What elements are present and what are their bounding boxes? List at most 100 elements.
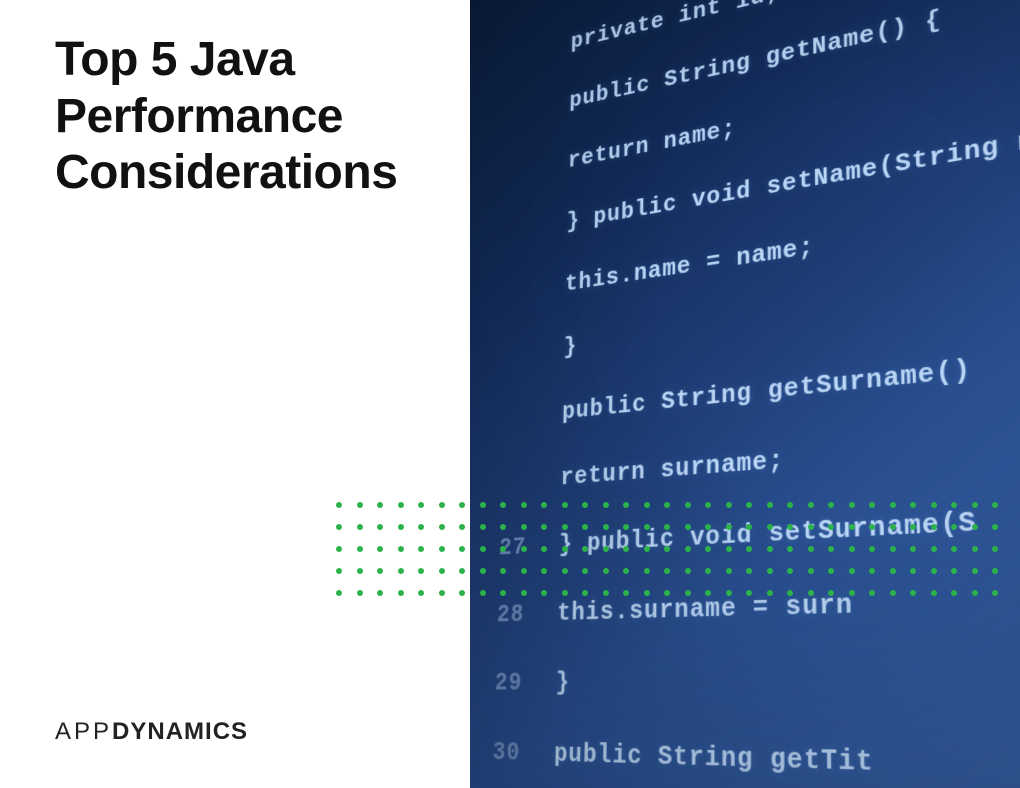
- dot: [377, 524, 383, 530]
- dot: [951, 546, 957, 552]
- dot: [582, 590, 588, 596]
- dot: [849, 502, 855, 508]
- dot: [603, 568, 609, 574]
- dot: [541, 502, 547, 508]
- dot: [521, 502, 527, 508]
- logo-bold: DYNAMICS: [112, 718, 248, 745]
- dot: [951, 524, 957, 530]
- line-number: [503, 21, 541, 87]
- title-line-1: Top 5 Java: [55, 33, 295, 86]
- dot: [480, 502, 486, 508]
- dot: [623, 546, 629, 552]
- dot: [787, 546, 793, 552]
- dot: [336, 590, 342, 596]
- dot: [582, 524, 588, 530]
- code-lines: private int id;public String getName() {…: [476, 0, 1020, 788]
- dot: [910, 502, 916, 508]
- dot: [398, 546, 404, 552]
- logo-lead: APP: [55, 718, 112, 745]
- line-number: [501, 79, 539, 145]
- dot: [705, 502, 711, 508]
- dot: [644, 524, 650, 530]
- dot: [992, 524, 998, 530]
- dot: [931, 590, 937, 596]
- dot: [336, 546, 342, 552]
- dot: [992, 502, 998, 508]
- dot: [603, 502, 609, 508]
- dot: [582, 546, 588, 552]
- dot: [336, 502, 342, 508]
- dot: [869, 502, 875, 508]
- dot: [705, 524, 711, 530]
- line-number: [497, 197, 536, 264]
- dot: [931, 524, 937, 530]
- title-line-2: Performance: [55, 90, 343, 143]
- dot: [931, 568, 937, 574]
- page-title: Top 5 Java Performance Considerations: [55, 32, 397, 202]
- dot: [398, 524, 404, 530]
- dot: [439, 568, 445, 574]
- dot: [521, 590, 527, 596]
- dot: [808, 590, 814, 596]
- dot: [603, 590, 609, 596]
- dot: [828, 524, 834, 530]
- dot: [623, 568, 629, 574]
- dot: [418, 524, 424, 530]
- dot: [849, 590, 855, 596]
- dot: [480, 546, 486, 552]
- dot: [869, 546, 875, 552]
- dot: [603, 546, 609, 552]
- dot: [685, 568, 691, 574]
- dot: [746, 568, 752, 574]
- line-number: [491, 383, 531, 451]
- dot: [439, 546, 445, 552]
- dot: [746, 590, 752, 596]
- dot: [541, 546, 547, 552]
- dot: [767, 502, 773, 508]
- dot: [521, 568, 527, 574]
- dot: [972, 546, 978, 552]
- dot: [890, 502, 896, 508]
- dot: [931, 546, 937, 552]
- dot: [603, 524, 609, 530]
- dot: [541, 590, 547, 596]
- dot: [746, 546, 752, 552]
- dot: [828, 546, 834, 552]
- dot: [623, 590, 629, 596]
- dot: [398, 590, 404, 596]
- dot: [562, 568, 568, 574]
- dot: [644, 546, 650, 552]
- dot: [890, 568, 896, 574]
- dot: [541, 568, 547, 574]
- dot: [541, 524, 547, 530]
- dot: [726, 502, 732, 508]
- dot: [357, 568, 363, 574]
- line-number: 30: [479, 717, 521, 788]
- dot: [500, 568, 506, 574]
- dot: [849, 546, 855, 552]
- dot: [972, 590, 978, 596]
- dot: [418, 546, 424, 552]
- dot: [685, 524, 691, 530]
- dot: [644, 502, 650, 508]
- dot: [459, 524, 465, 530]
- dot: [480, 590, 486, 596]
- dot: [582, 568, 588, 574]
- dot: [808, 546, 814, 552]
- dot: [623, 502, 629, 508]
- dot: [890, 546, 896, 552]
- dot: [890, 590, 896, 596]
- dot: [357, 590, 363, 596]
- dot: [951, 590, 957, 596]
- dot: [992, 546, 998, 552]
- dot: [377, 546, 383, 552]
- dot: [828, 568, 834, 574]
- dot: [377, 590, 383, 596]
- dot: [623, 524, 629, 530]
- dot: [767, 590, 773, 596]
- dot: [890, 524, 896, 530]
- dot: [951, 568, 957, 574]
- dot: [910, 590, 916, 596]
- dot: [849, 524, 855, 530]
- dot: [480, 568, 486, 574]
